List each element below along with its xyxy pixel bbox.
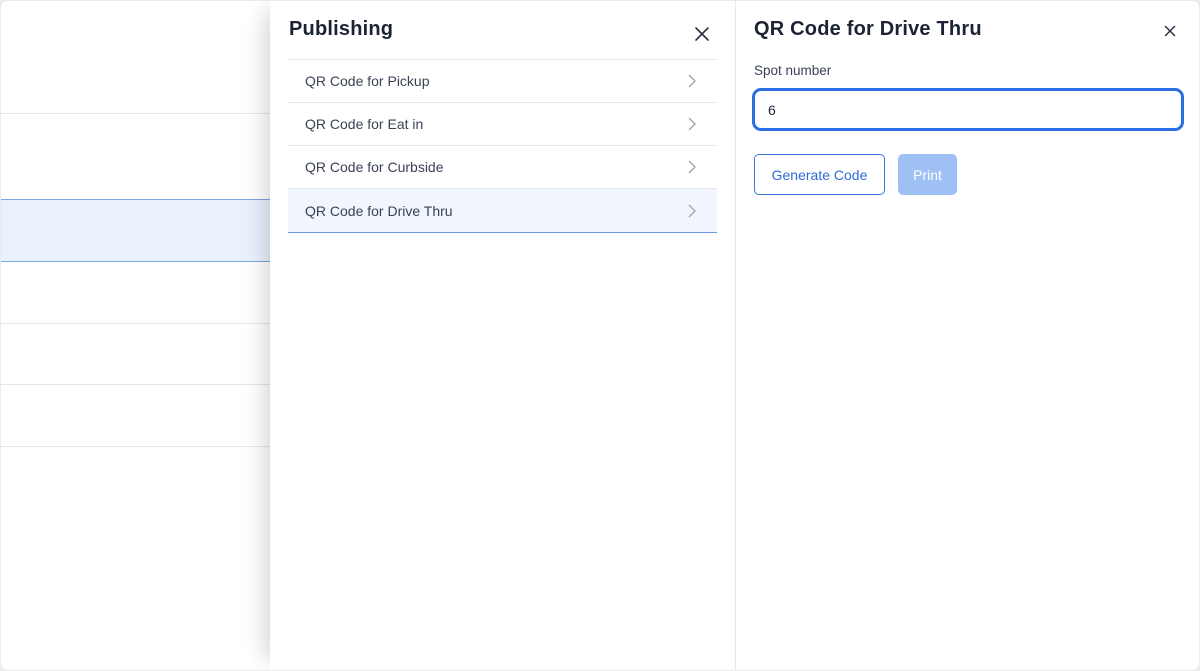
close-icon — [1164, 25, 1176, 37]
generate-code-button[interactable]: Generate Code — [754, 154, 885, 195]
publishing-item-pickup[interactable]: QR Code for Pickup — [288, 60, 717, 103]
publishing-item-curbside[interactable]: QR Code for Curbside — [288, 146, 717, 189]
list-item[interactable] — [1, 1, 271, 114]
list-item[interactable] — [1, 385, 271, 447]
chevron-right-icon — [688, 117, 696, 131]
publishing-list: QR Code for Pickup QR Code for Eat in QR… — [288, 59, 717, 233]
detail-panel: QR Code for Drive Thru Spot number Gener… — [736, 1, 1199, 670]
list-item[interactable] — [1, 114, 271, 200]
list-item-selected[interactable] — [1, 199, 271, 262]
list-item[interactable] — [1, 262, 271, 324]
publishing-title: Publishing — [289, 18, 394, 40]
close-icon — [695, 27, 709, 41]
background-list — [1, 1, 271, 670]
publishing-panel: Publishing QR Code for Pickup QR Code fo… — [270, 1, 736, 670]
chevron-right-icon — [688, 74, 696, 88]
chevron-right-icon — [688, 160, 696, 174]
publishing-item-label: QR Code for Drive Thru — [305, 202, 453, 219]
publishing-item-eat-in[interactable]: QR Code for Eat in — [288, 103, 717, 146]
spot-number-label: Spot number — [754, 63, 832, 78]
app-window: Publishing QR Code for Pickup QR Code fo… — [1, 1, 1199, 670]
publishing-item-label: QR Code for Eat in — [305, 116, 424, 132]
detail-title: QR Code for Drive Thru — [754, 18, 982, 40]
detail-close-button[interactable] — [1160, 21, 1180, 41]
publishing-item-drive-thru[interactable]: QR Code for Drive Thru — [288, 189, 717, 233]
print-button[interactable]: Print — [898, 154, 957, 195]
publishing-item-label: QR Code for Pickup — [305, 73, 430, 89]
list-item[interactable] — [1, 324, 271, 385]
publishing-close-button[interactable] — [691, 23, 713, 45]
publishing-item-label: QR Code for Curbside — [305, 159, 444, 175]
chevron-right-icon — [688, 204, 696, 217]
spot-number-input[interactable] — [752, 88, 1184, 131]
